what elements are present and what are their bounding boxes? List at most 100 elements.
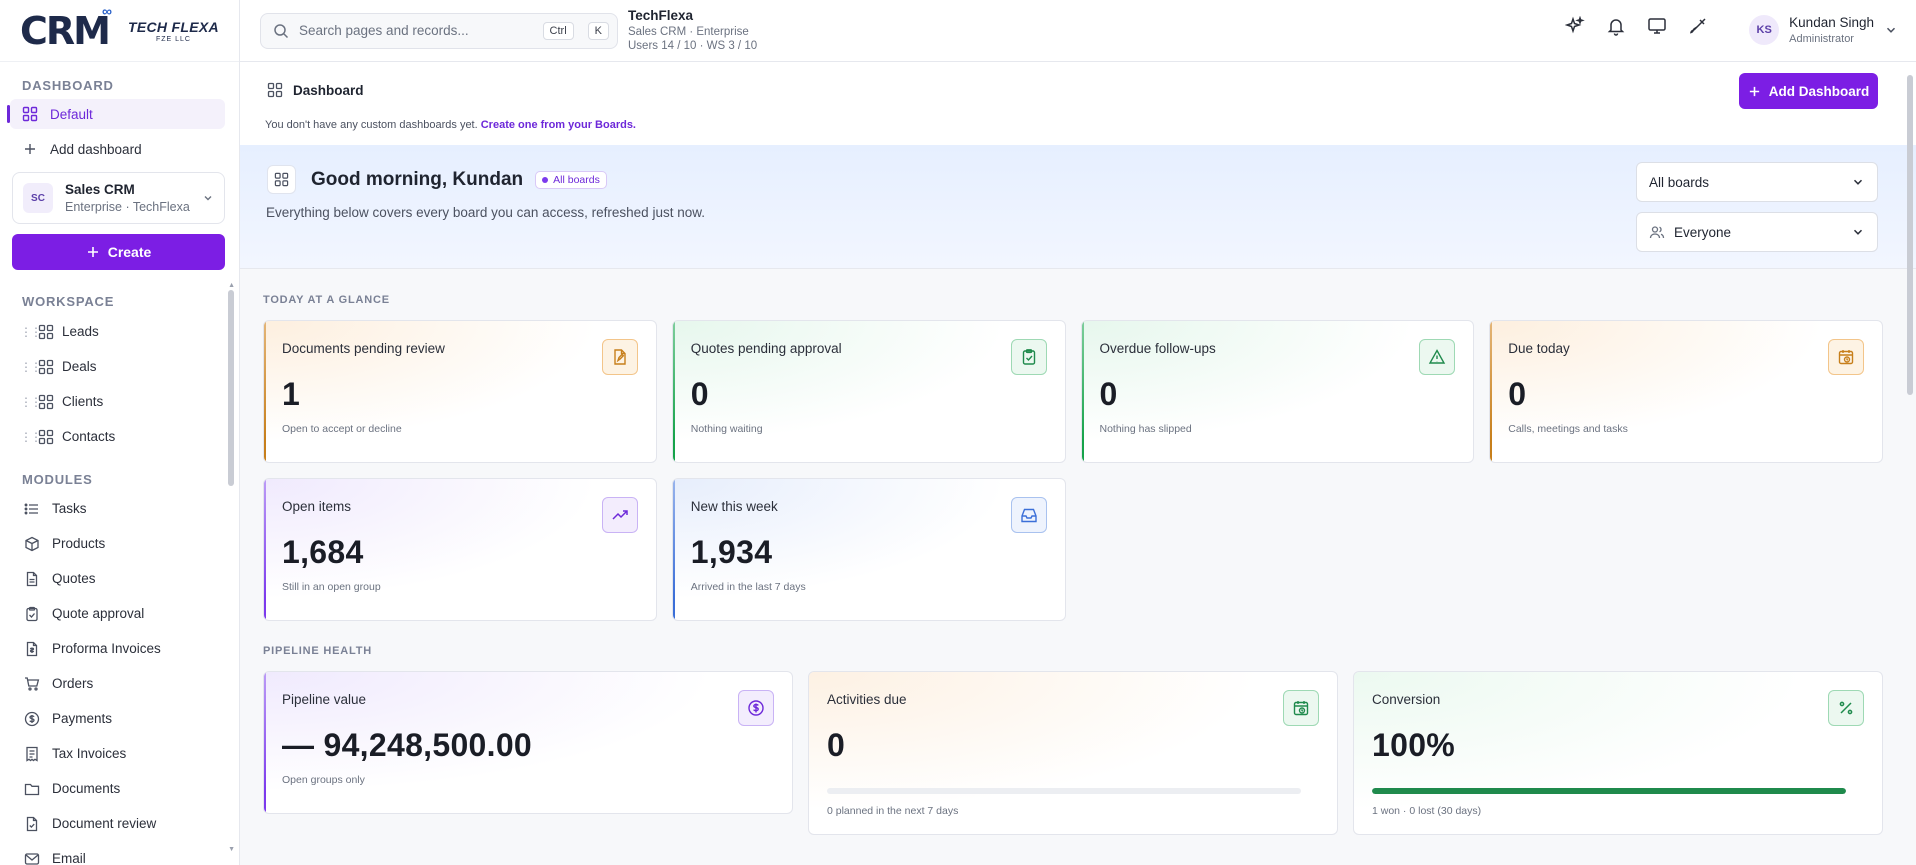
- card-value: 0: [827, 727, 846, 763]
- sidebar-item-label: Quote approval: [52, 606, 145, 621]
- sidebar-item-leads[interactable]: ⋮⋮ Leads: [0, 314, 239, 349]
- sidebar-item-tasks[interactable]: Tasks: [0, 491, 239, 526]
- pipeline-cards: Pipeline value — 94,248,500.00 Open grou…: [263, 671, 1883, 835]
- activities-progress-bar: [827, 788, 1301, 794]
- grid-icon: [38, 324, 54, 339]
- card-overdue-follow-ups[interactable]: Overdue follow-ups 0 Nothing has slipped: [1080, 320, 1475, 463]
- main-scrollbar[interactable]: [1907, 75, 1913, 395]
- card-value: — 94,248,500.00: [282, 727, 533, 763]
- crm-logo-text: CRM: [20, 8, 111, 53]
- sidebar-item-label: Payments: [52, 711, 113, 726]
- grid-icon: [38, 359, 54, 374]
- scroll-down-arrow-icon[interactable]: ▼: [228, 846, 235, 853]
- sidebar-item-label: Email: [52, 851, 86, 865]
- page-title: Dashboard: [293, 82, 364, 98]
- sidebar-item-products[interactable]: Products: [0, 526, 239, 561]
- workspace-avatar: SC: [23, 183, 53, 213]
- add-dashboard-button[interactable]: Add Dashboard: [1739, 73, 1878, 109]
- topbar: Ctrl K TechFlexa Sales CRM · Enterprise …: [240, 0, 1916, 62]
- monitor-icon[interactable]: [1647, 16, 1667, 36]
- create-button[interactable]: Create: [12, 234, 225, 270]
- sidebar-item-clients[interactable]: ⋮⋮ Clients: [0, 384, 239, 419]
- dollar-circle-icon: [24, 711, 40, 726]
- shortcut-key-ctrl: Ctrl: [542, 21, 574, 40]
- dashboard-content: TODAY AT A GLANCE Documents pending revi…: [240, 294, 1916, 835]
- sidebar-item-contacts[interactable]: ⋮⋮ Contacts: [0, 419, 239, 454]
- card-quotes-pending-approval[interactable]: Quotes pending approval 0 Nothing waitin…: [671, 320, 1066, 463]
- sidebar-item-quote-approval[interactable]: Quote approval: [0, 596, 239, 631]
- drag-handle-icon[interactable]: ⋮⋮: [20, 325, 42, 339]
- card-subtitle: Calls, meetings and tasks: [1508, 423, 1628, 435]
- card-open-items[interactable]: Open items 1,684 Still in an open group: [263, 478, 657, 621]
- paintbrush-icon[interactable]: [1688, 16, 1708, 36]
- drag-handle-icon[interactable]: ⋮⋮: [20, 395, 42, 409]
- bell-icon[interactable]: [1606, 16, 1626, 36]
- plus-icon: [1749, 86, 1759, 96]
- sidebar-item-label: Products: [52, 536, 106, 551]
- scroll-up-arrow-icon[interactable]: ▲: [228, 282, 235, 289]
- sidebar-item-tax-invoices[interactable]: Tax Invoices: [0, 736, 239, 771]
- sidebar-item-deals[interactable]: ⋮⋮ Deals: [0, 349, 239, 384]
- card-title: Activities due: [827, 692, 907, 707]
- chevron-down-icon: [1853, 179, 1863, 185]
- sidebar-item-label: Document review: [52, 816, 157, 831]
- greeting-banner: Good morning, Kundan All boards Everythi…: [240, 145, 1916, 269]
- conversion-progress-bar: [1372, 788, 1846, 794]
- card-value: 0: [1099, 376, 1118, 412]
- card-activities-due[interactable]: Activities due 0 0 planned in the next 7…: [808, 671, 1338, 835]
- search-input[interactable]: [299, 23, 529, 38]
- shortcut-key-k: K: [587, 21, 609, 40]
- card-conversion[interactable]: Conversion 100% 1 won · 0 lost (30 days): [1353, 671, 1883, 835]
- card-value: 1,934: [690, 534, 773, 570]
- crm-logo[interactable]: CRM ∞: [20, 3, 112, 57]
- search-box[interactable]: Ctrl K: [260, 12, 618, 49]
- sidebar-item-document-review[interactable]: Document review: [0, 806, 239, 841]
- card-pipeline-value[interactable]: Pipeline value — 94,248,500.00 Open grou…: [263, 671, 793, 814]
- chevron-down-icon: [1853, 229, 1863, 235]
- people-filter-select[interactable]: Everyone: [1636, 212, 1878, 252]
- dashboard-note: You don't have any custom dashboards yet…: [265, 119, 1916, 131]
- sidebar-scrollbar[interactable]: [228, 290, 234, 486]
- card-subtitle: Open to accept or decline: [282, 423, 402, 435]
- today-at-a-glance-label: TODAY AT A GLANCE: [263, 294, 390, 306]
- cart-icon: [25, 676, 40, 691]
- card-new-this-week[interactable]: New this week 1,934 Arrived in the last …: [671, 478, 1066, 621]
- card-due-today[interactable]: Due today 0 Calls, meetings and tasks: [1489, 320, 1883, 463]
- sidebar-item-default[interactable]: Default: [7, 99, 225, 129]
- company-logo-name: TECH FLEXA: [128, 18, 219, 35]
- grid-icon: [22, 106, 38, 122]
- pipeline-health-label: PIPELINE HEALTH: [263, 645, 372, 657]
- sidebar-item-email[interactable]: Email: [0, 841, 239, 865]
- sidebar-item-add-dashboard[interactable]: Add dashboard: [0, 134, 239, 164]
- workspace-switcher[interactable]: SC Sales CRM Enterprise · TechFlexa: [12, 172, 225, 224]
- conversion-progress-fill: [1372, 788, 1846, 794]
- main-content: Ctrl K TechFlexa Sales CRM · Enterprise …: [240, 0, 1916, 865]
- sidebar-item-label: Deals: [62, 359, 97, 374]
- sidebar-item-proforma-invoices[interactable]: Proforma Invoices: [0, 631, 239, 666]
- sidebar-item-payments[interactable]: Payments: [0, 701, 239, 736]
- chevron-down-icon: [1886, 27, 1896, 33]
- card-subtitle: Still in an open group: [282, 581, 381, 593]
- card-subtitle: Arrived in the last 7 days: [690, 581, 806, 593]
- user-role: Administrator: [1789, 33, 1854, 45]
- user-menu[interactable]: KS Kundan Singh Administrator: [1749, 15, 1898, 45]
- drag-handle-icon[interactable]: ⋮⋮: [20, 430, 42, 444]
- create-from-boards-link[interactable]: Create one from your Boards.: [481, 119, 636, 131]
- sidebar-item-orders[interactable]: Orders: [0, 666, 239, 701]
- users-icon: [1649, 226, 1665, 239]
- card-value: 1: [282, 376, 301, 412]
- board-filter-select[interactable]: All boards: [1636, 162, 1878, 202]
- card-title: Pipeline value: [282, 692, 367, 707]
- sidebar-item-quotes[interactable]: Quotes: [0, 561, 239, 596]
- folder-icon: [24, 783, 40, 795]
- sparkle-icon[interactable]: [1565, 16, 1585, 36]
- card-documents-pending-review[interactable]: Documents pending review 1 Open to accep…: [263, 320, 657, 463]
- dollar-circle-icon: [738, 690, 774, 726]
- modules-section-label: MODULES: [22, 472, 93, 487]
- card-subtitle: 1 won · 0 lost (30 days): [1372, 805, 1482, 817]
- drag-handle-icon[interactable]: ⋮⋮: [20, 360, 42, 374]
- sidebar-item-documents[interactable]: Documents: [0, 771, 239, 806]
- plus-icon: [25, 144, 35, 154]
- sidebar-item-label: Quotes: [52, 571, 96, 586]
- grid-icon: [38, 429, 54, 444]
